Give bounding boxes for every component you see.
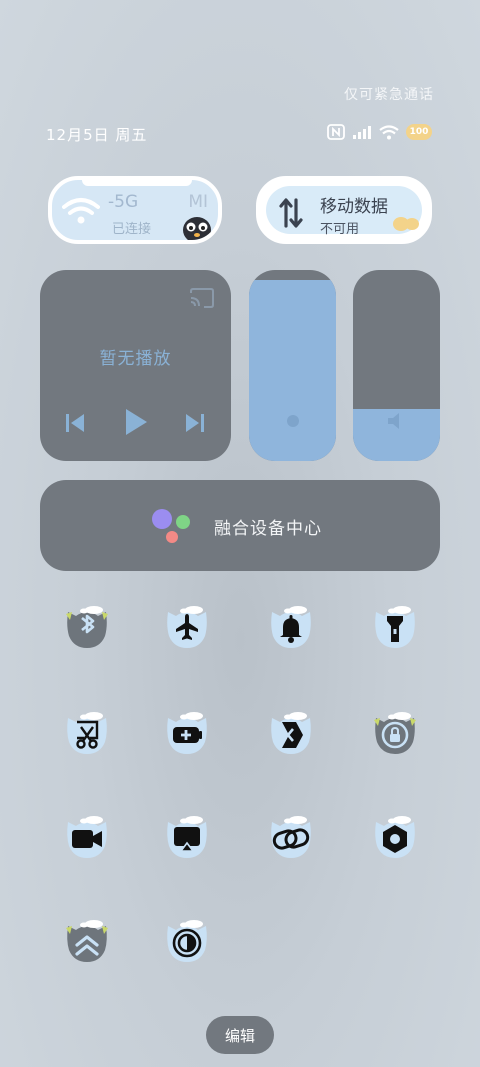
wifi-network-name: -5G [108,192,139,212]
fusion-dots-icon [150,508,194,544]
mobile-data-card[interactable]: 移动数据 不可用 [256,176,432,244]
screen-cast-icon [167,816,207,858]
edit-button[interactable]: 编辑 [206,1016,274,1054]
brightness-slider[interactable] [249,270,336,461]
tile-contrast[interactable] [162,918,212,968]
signal-icon [352,125,372,139]
screenshot-scissors-icon [67,712,107,754]
nfc-share-icon [271,712,311,754]
snow-decoration [82,180,192,186]
tile-bell[interactable] [266,604,316,654]
media-player-card[interactable]: 暂无播放 [40,270,231,461]
next-track-icon[interactable] [184,410,206,440]
wifi-network-suffix: MI [188,192,208,212]
battery-saver-icon [167,712,207,754]
tile-link[interactable] [266,814,316,864]
mobile-data-title: 移动数据 [320,197,388,217]
tile-screenshot-scissors[interactable] [62,710,112,760]
bluetooth-icon [66,606,108,648]
tile-rotation-lock[interactable] [370,710,420,760]
bell-icon [271,606,311,648]
paw-decoration-icon [392,212,420,236]
wifi-icon [62,196,100,230]
data-arrows-icon [278,196,304,234]
brightness-icon [249,409,336,433]
tile-double-chevron-up[interactable] [62,918,112,968]
previous-track-icon[interactable] [64,410,86,440]
play-icon[interactable] [122,406,150,442]
double-chevron-up-icon [66,920,108,962]
penguin-mascot-icon [180,214,214,240]
fusion-label: 融合设备中心 [214,519,322,539]
contrast-icon [167,920,207,962]
volume-slider[interactable] [353,270,440,461]
tile-bluetooth[interactable] [62,604,112,654]
tile-video-camera[interactable] [62,814,112,864]
mobile-data-status: 不可用 [320,222,360,237]
brightness-fill [249,279,336,461]
status-icons: 100 [327,124,432,140]
tile-battery-saver[interactable] [162,710,212,760]
date-label: 12月5日 周五 [46,126,148,144]
nfc-status-icon [327,124,345,140]
tile-screen-cast[interactable] [162,814,212,864]
tile-nfc-share[interactable] [266,710,316,760]
airplane-icon [167,606,207,648]
emergency-call-text: 仅可紧急通话 [344,87,434,103]
hexagon-settings-icon [375,816,415,858]
wifi-status-label: 已连接 [112,222,152,237]
battery-icon: 100 [406,124,432,140]
rotation-lock-icon [374,712,416,754]
wifi-card[interactable]: -5G 已连接 MI [48,176,222,244]
tile-airplane[interactable] [162,604,212,654]
volume-icon [353,409,440,433]
tile-flashlight[interactable] [370,604,420,654]
wifi-status-icon [379,124,399,140]
no-media-label: 暂无播放 [99,349,172,369]
flashlight-icon [375,606,415,648]
fusion-device-center-card[interactable]: 融合设备中心 [40,480,440,571]
tile-hexagon-settings[interactable] [370,814,420,864]
cast-icon[interactable] [189,288,215,312]
link-icon [271,816,311,858]
video-camera-icon [67,816,107,858]
